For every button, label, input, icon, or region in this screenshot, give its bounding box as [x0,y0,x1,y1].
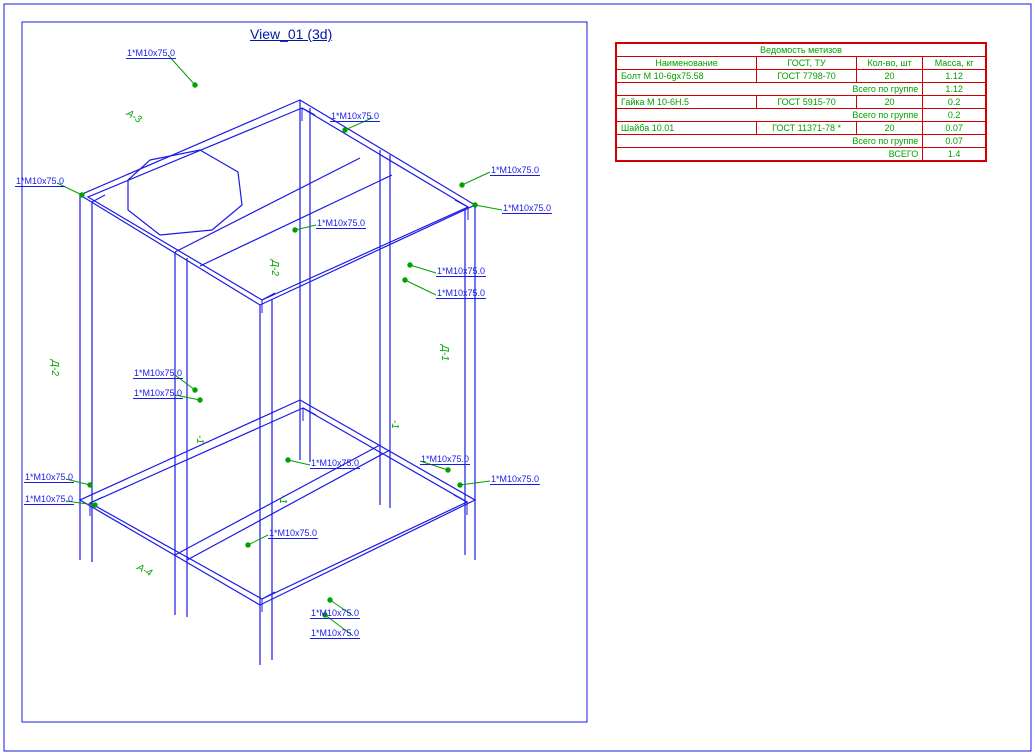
bolt-callout: 1*М10x75.0 [15,176,65,187]
axis-one2: -1 [277,495,288,504]
drawing-canvas: View_01 (3d) [0,0,1035,755]
bolt-callout: 1*М10x75.0 [310,628,360,639]
axis-one3: -1 [389,420,400,429]
bom-subtotal-mass: 0.07 [923,135,986,148]
bolt-callout: 1*М10x75.0 [126,48,176,59]
axis-d1: Д-1 [439,345,450,361]
bom-cell: 0.07 [923,122,986,135]
bom-table: Ведомость метизов Наименование ГОСТ, ТУ … [615,42,987,162]
structure-frame [80,100,475,665]
bolt-callout: 1*М10x75.0 [133,388,183,399]
bom-cell: ГОСТ 11371-78 * [757,122,857,135]
bolt-callout: 1*М10x75.0 [310,458,360,469]
bolt-callout: 1*М10x75.0 [436,266,486,277]
bom-subtotal-label: Всего по группе [617,135,923,148]
bom-row: Всего по группе0.07 [617,135,986,148]
bom-row: Шайба 10.01ГОСТ 11371-78 *200.07 [617,122,986,135]
bom-cell: Болт М 10-6gx75.58 [617,70,757,83]
bolt-callout: 1*М10x75.0 [316,218,366,229]
bom-cell: 1.12 [923,70,986,83]
bolt-callout: 1*М10x75.0 [133,368,183,379]
bom-row: Всего по группе0.2 [617,109,986,122]
bolt-callout: 1*М10x75.0 [436,288,486,299]
bom-h3: Кол-во, шт [856,57,922,70]
bolt-callout: 1*М10x75.0 [330,111,380,122]
bom-cell: Гайка М 10-6H.5 [617,96,757,109]
bolt-callout: 1*М10x75.0 [24,472,74,483]
bom-subtotal-mass: 0.2 [923,109,986,122]
bom-row: Всего по группе1.12 [617,83,986,96]
bolt-callout: 1*М10x75.0 [310,608,360,619]
bom-h1: Наименование [617,57,757,70]
bom-subtotal-label: Всего по группе [617,83,923,96]
view-frame [22,22,587,722]
bom-subtotal-mass: 1.12 [923,83,986,96]
bolt-callout: 1*М10x75.0 [420,454,470,465]
bom-h2: ГОСТ, ТУ [757,57,857,70]
leader-lines [57,55,502,635]
axis-d2a: Д-2 [269,260,280,276]
bolt-callout: 1*М10x75.0 [268,528,318,539]
bom-cell: 20 [856,122,922,135]
bom-cell: Шайба 10.01 [617,122,757,135]
bolt-callout: 1*М10x75.0 [490,474,540,485]
bom-cell: 20 [856,70,922,83]
bom-cell: 0.2 [923,96,986,109]
bolt-callout: 1*М10x75.0 [502,203,552,214]
bom-row: ВСЕГО1.4 [617,148,986,161]
bom-cell: 20 [856,96,922,109]
bom-cell: ГОСТ 5915-70 [757,96,857,109]
bom-title: Ведомость метизов [617,44,986,57]
bom-subtotal-label: Всего по группе [617,109,923,122]
bom-row: Болт М 10-6gx75.58ГОСТ 7798-70201.12 [617,70,986,83]
axis-d2b: Д-2 [49,360,60,376]
bom-subtotal-label: ВСЕГО [617,148,923,161]
bolt-callout: 1*М10x75.0 [24,494,74,505]
axis-one1: -1 [194,435,205,444]
bom-subtotal-mass: 1.4 [923,148,986,161]
bolt-callout: 1*М10x75.0 [490,165,540,176]
bom-row: Гайка М 10-6H.5ГОСТ 5915-70200.2 [617,96,986,109]
bom-cell: ГОСТ 7798-70 [757,70,857,83]
bom-h4: Масса, кг [923,57,986,70]
